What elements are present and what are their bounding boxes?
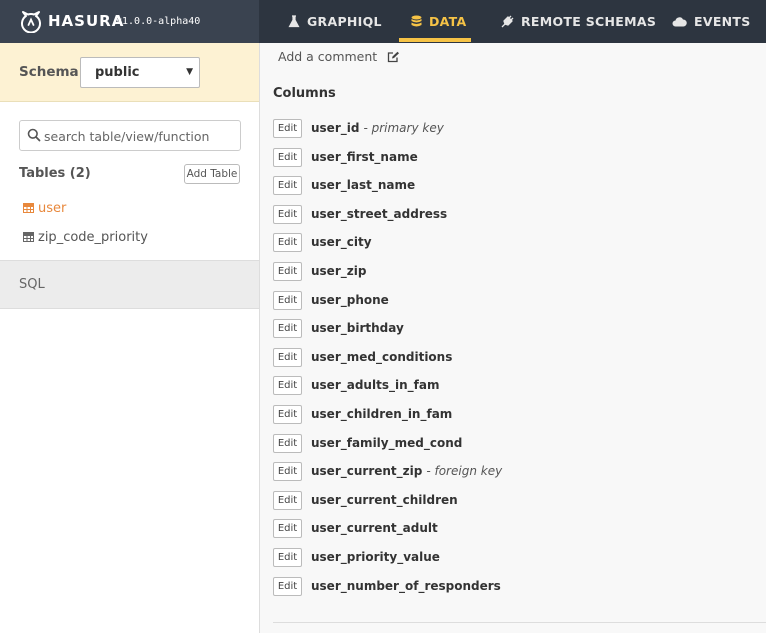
search-box xyxy=(19,120,241,151)
add-table-button[interactable]: Add Table xyxy=(184,164,240,184)
table-item-label: zip_code_priority xyxy=(38,229,148,245)
column-name: user_med_conditions xyxy=(311,350,453,364)
column-row: Edit user_priority_value xyxy=(273,547,440,567)
nav-data-label: DATA xyxy=(429,14,467,29)
active-tab-indicator xyxy=(399,38,471,42)
search-icon xyxy=(27,128,41,142)
column-key-note: - foreign key xyxy=(426,464,503,478)
edit-column-button[interactable]: Edit xyxy=(273,204,302,224)
chevron-down-icon: ▼ xyxy=(186,67,193,77)
column-name: user_priority_value xyxy=(311,550,440,564)
sidebar: Schema: public ▼ Tables (2) Add Table us… xyxy=(0,43,260,633)
column-row: Edit user_current_children xyxy=(273,490,458,510)
edit-column-button[interactable]: Edit xyxy=(273,118,302,138)
column-row: Edit user_current_adult xyxy=(273,518,438,538)
column-name: user_number_of_responders xyxy=(311,579,501,593)
table-icon xyxy=(23,232,34,242)
edit-column-button[interactable]: Edit xyxy=(273,404,302,424)
tables-title: Tables (2) xyxy=(19,166,91,181)
table-icon xyxy=(23,203,34,213)
column-row: Edit user_med_conditions xyxy=(273,347,452,367)
sql-label: SQL xyxy=(19,277,45,292)
column-name: user_current_adult xyxy=(311,521,438,535)
column-name: user_phone xyxy=(311,293,389,307)
table-item-user[interactable]: user xyxy=(23,199,66,217)
nav-remote-schemas-label: REMOTE SCHEMAS xyxy=(521,14,657,29)
edit-column-button[interactable]: Edit xyxy=(273,175,302,195)
edit-column-button[interactable]: Edit xyxy=(273,433,302,453)
divider xyxy=(273,622,766,623)
column-row: Edit user_last_name xyxy=(273,175,415,195)
column-row: Edit user_adults_in_fam xyxy=(273,375,439,395)
column-row: Edit user_children_in_fam xyxy=(273,404,452,424)
nav-data[interactable]: DATA xyxy=(411,0,467,43)
table-item-label: user xyxy=(38,200,67,216)
column-row: Edit user_birthday xyxy=(273,318,404,338)
edit-column-button[interactable]: Edit xyxy=(273,375,302,395)
column-name: user_street_address xyxy=(311,207,448,221)
column-row: Edit user_number_of_responders xyxy=(273,576,501,596)
main-content: Add a comment Columns Edit user_id - prima… xyxy=(260,43,766,633)
database-icon xyxy=(411,15,422,27)
schema-label: Schema: xyxy=(19,64,85,80)
column-row: Edit user_phone xyxy=(273,290,389,310)
plug-icon xyxy=(501,15,514,28)
nav-remote-schemas[interactable]: REMOTE SCHEMAS xyxy=(500,0,656,43)
add-comment[interactable]: Add a comment xyxy=(278,49,400,64)
column-row: Edit user_zip xyxy=(273,261,366,281)
column-name: user_id xyxy=(311,121,360,135)
nav-graphiql[interactable]: GRAPHIQL xyxy=(288,0,382,43)
edit-column-button[interactable]: Edit xyxy=(273,232,302,252)
edit-column-button[interactable]: Edit xyxy=(273,518,302,538)
table-item-zip-code-priority[interactable]: zip_code_priority xyxy=(23,228,148,246)
column-name: user_zip xyxy=(311,264,367,278)
column-name: user_city xyxy=(311,235,372,249)
edit-column-button[interactable]: Edit xyxy=(273,318,302,338)
edit-column-button[interactable]: Edit xyxy=(273,347,302,367)
column-row: Edit user_family_med_cond xyxy=(273,433,462,453)
brand[interactable]: HASURA v1.0.0-alpha40 xyxy=(0,0,259,43)
column-name: user_current_children xyxy=(311,493,458,507)
nav-graphiql-label: GRAPHIQL xyxy=(307,14,382,29)
column-name: user_family_med_cond xyxy=(311,436,463,450)
brand-name: HASURA xyxy=(48,12,125,30)
search-input[interactable] xyxy=(44,127,234,145)
column-name: user_birthday xyxy=(311,321,404,335)
flask-icon xyxy=(288,15,300,28)
edit-column-button[interactable]: Edit xyxy=(273,576,302,596)
column-name: user_first_name xyxy=(311,150,418,164)
schema-bar: Schema: public ▼ xyxy=(0,43,259,102)
cloud-icon xyxy=(672,17,687,27)
edit-column-button[interactable]: Edit xyxy=(273,290,302,310)
column-name: user_adults_in_fam xyxy=(311,378,440,392)
version-label: v1.0.0-alpha40 xyxy=(116,16,201,27)
edit-column-button[interactable]: Edit xyxy=(273,547,302,567)
column-name: user_current_zip xyxy=(311,464,423,478)
column-name: user_children_in_fam xyxy=(311,407,453,421)
add-comment-label: Add a comment xyxy=(278,49,378,64)
column-row: Edit user_id - primary key xyxy=(273,118,444,138)
columns-title: Columns xyxy=(273,86,336,101)
column-row: Edit user_street_address xyxy=(273,204,447,224)
edit-column-button[interactable]: Edit xyxy=(273,147,302,167)
column-key-note: - primary key xyxy=(363,121,444,135)
hasura-logo-icon xyxy=(21,11,41,33)
schema-select-value: public xyxy=(95,65,140,80)
column-row: Edit user_first_name xyxy=(273,147,418,167)
nav-events[interactable]: EVENTS xyxy=(672,0,751,43)
nav-events-label: EVENTS xyxy=(694,14,751,29)
sidebar-item-sql[interactable]: SQL xyxy=(0,260,259,309)
column-name: user_last_name xyxy=(311,178,416,192)
schema-select[interactable]: public ▼ xyxy=(80,57,200,88)
column-row: Edit user_current_zip - foreign key xyxy=(273,461,502,481)
edit-column-button[interactable]: Edit xyxy=(273,461,302,481)
top-navbar: HASURA v1.0.0-alpha40 GRAPHIQL DATA REMO… xyxy=(0,0,766,43)
edit-column-button[interactable]: Edit xyxy=(273,490,302,510)
edit-icon[interactable] xyxy=(387,51,400,63)
edit-column-button[interactable]: Edit xyxy=(273,261,302,281)
column-row: Edit user_city xyxy=(273,232,372,252)
